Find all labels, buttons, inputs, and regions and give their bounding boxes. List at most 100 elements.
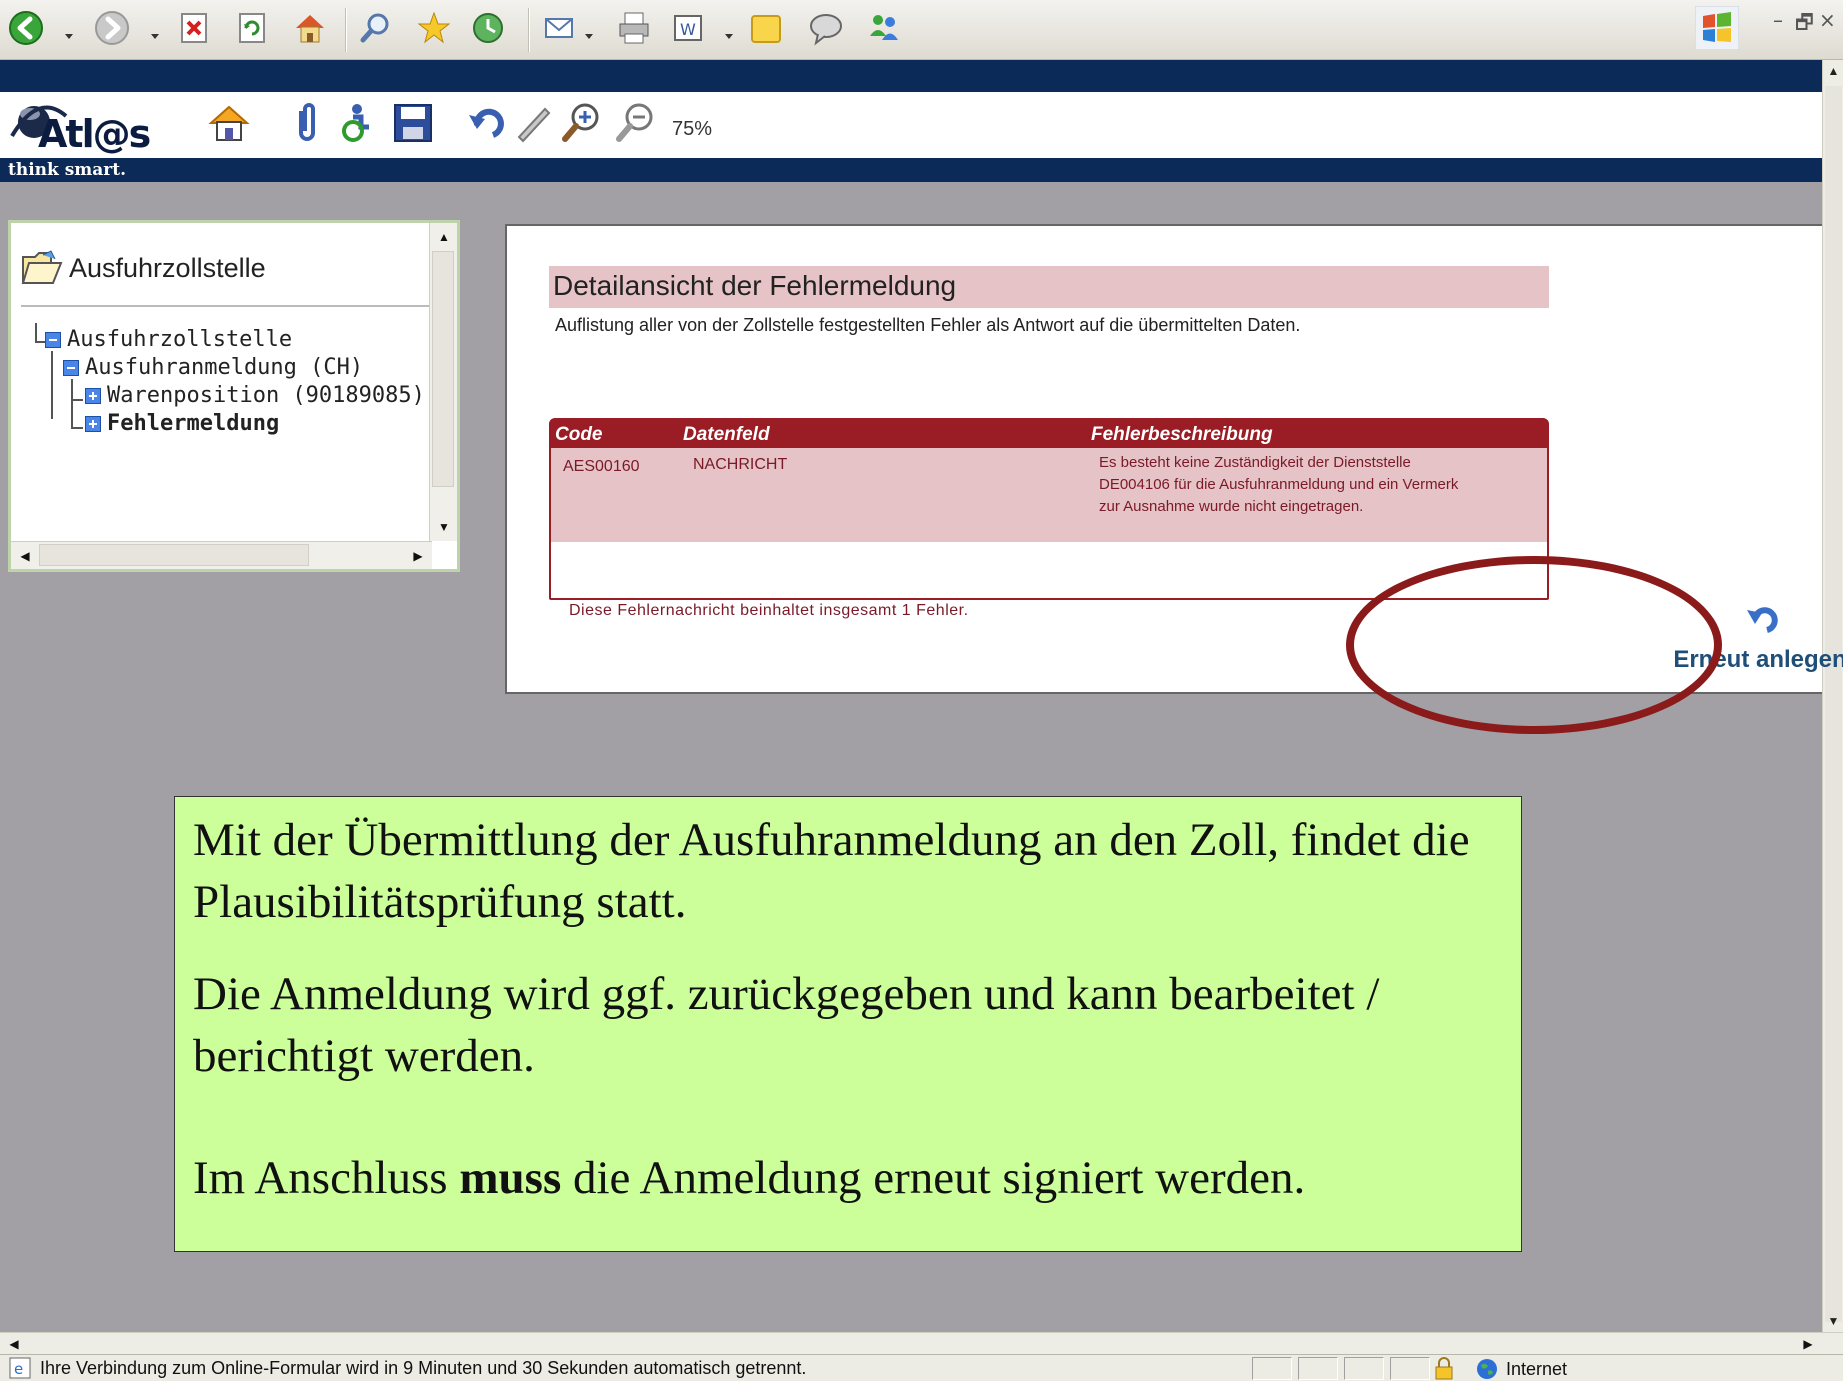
tree-node-warenposition[interactable]: Warenposition (90189085) <box>85 383 425 408</box>
tree-node-label: Warenposition (90189085) <box>107 383 425 408</box>
toolbar-separator <box>528 8 530 52</box>
tree-node-label: Ausfuhrzollstelle <box>67 327 293 352</box>
scroll-thumb[interactable] <box>1825 86 1842 1322</box>
error-table: Code Datenfeld Fehlerbeschreibung AES001… <box>549 418 1549 600</box>
svg-text:e: e <box>14 1360 23 1378</box>
error-code: AES00160 <box>563 458 640 475</box>
scroll-right-icon[interactable]: ▶ <box>1796 1332 1820 1356</box>
attachment-icon[interactable] <box>284 100 330 146</box>
windows-logo-icon <box>1695 6 1739 50</box>
error-description-line: Es besteht keine Zuständigkeit der Diens… <box>1099 454 1411 471</box>
home-icon[interactable] <box>290 8 330 48</box>
forward-icon[interactable] <box>92 8 132 48</box>
expand-icon[interactable] <box>85 388 101 404</box>
undo-icon[interactable] <box>1743 600 1783 640</box>
edit-icon[interactable]: W <box>668 8 708 48</box>
tree-node-label: Fehlermeldung <box>107 411 280 436</box>
tree-title: Ausfuhrzollstelle <box>21 249 266 287</box>
atlas-logo: Atl@s <box>8 96 168 158</box>
zoom-level[interactable]: 75% <box>672 118 712 141</box>
folder-icon[interactable] <box>746 8 786 48</box>
status-cell <box>1344 1357 1384 1380</box>
atlas-logo-text: Atl@s <box>38 112 151 156</box>
zoom-out-icon[interactable] <box>612 100 658 146</box>
error-table-header: Code Datenfeld Fehlerbeschreibung <box>551 420 1547 448</box>
error-count-text: Diese Fehlernachricht beinhaltet insgesa… <box>569 602 969 619</box>
back-icon[interactable] <box>6 8 46 48</box>
scroll-thumb[interactable] <box>39 544 309 566</box>
favorites-icon[interactable] <box>414 8 454 48</box>
navigation-tree: Ausfuhrzollstelle Ausfuhrzollstelle Ausf… <box>8 220 460 572</box>
scroll-right-icon[interactable]: ▶ <box>406 544 430 568</box>
page-icon: e <box>9 1357 31 1379</box>
error-description-line: zur Ausnahme wurde nicht eingetragen. <box>1099 498 1364 515</box>
tree-connector <box>71 379 73 429</box>
edit-dropdown-icon[interactable] <box>724 28 734 39</box>
accessibility-icon[interactable] <box>334 100 380 146</box>
discuss-icon[interactable] <box>806 8 846 48</box>
tree-node-fehlermeldung[interactable]: Fehlermeldung <box>85 411 279 436</box>
page-title: Detailansicht der Fehlermeldung <box>549 266 1549 308</box>
edit-pen-icon[interactable] <box>510 100 556 146</box>
search-icon[interactable] <box>356 8 396 48</box>
messenger-icon[interactable] <box>864 8 904 48</box>
refresh-icon[interactable] <box>232 8 272 48</box>
scroll-down-icon[interactable]: ▼ <box>1823 1310 1843 1332</box>
mail-icon[interactable] <box>540 8 580 48</box>
collapse-icon[interactable] <box>45 332 61 348</box>
save-icon[interactable] <box>390 100 436 146</box>
window-controls: – 🗗 × <box>1683 0 1843 60</box>
status-text: Ihre Verbindung zum Online-Formular wird… <box>40 1358 807 1378</box>
close-button[interactable]: × <box>1819 8 1836 32</box>
tree-title-text: Ausfuhrzollstelle <box>69 252 266 283</box>
error-description-line: DE004106 für die Ausfuhranmeldung und ei… <box>1099 476 1459 493</box>
collapse-icon[interactable] <box>63 360 79 376</box>
info-emphasis: muss <box>459 1152 562 1204</box>
toolbar-separator <box>345 8 347 52</box>
info-paragraph: Im Anschluss muss die Anmeldung erneut s… <box>193 1147 1503 1209</box>
status-cell <box>1298 1357 1338 1380</box>
expand-icon[interactable] <box>85 416 101 432</box>
scroll-up-icon[interactable]: ▲ <box>432 225 456 249</box>
tree-node-ausfuhranmeldung[interactable]: Ausfuhranmeldung (CH) <box>63 355 363 380</box>
scroll-left-icon[interactable]: ◀ <box>2 1332 26 1356</box>
stop-icon[interactable] <box>174 8 214 48</box>
scroll-up-icon[interactable]: ▲ <box>1823 60 1843 82</box>
table-row: AES00160 NACHRICHT Es besteht keine Zust… <box>551 448 1547 542</box>
page-horizontal-scrollbar[interactable]: ◀ ▶ <box>0 1332 1843 1354</box>
print-icon[interactable] <box>614 8 654 48</box>
tree-connector <box>51 351 53 419</box>
error-field: NACHRICHT <box>693 456 788 473</box>
highlight-ellipse <box>1346 556 1722 734</box>
home-icon[interactable] <box>206 100 252 146</box>
tree-vertical-scrollbar[interactable]: ▲ ▼ <box>429 223 457 541</box>
minimize-button[interactable]: – <box>1773 8 1783 32</box>
status-cell <box>1252 1357 1292 1380</box>
scroll-left-icon[interactable]: ◀ <box>13 544 37 568</box>
column-header-code: Code <box>555 424 603 445</box>
lock-icon <box>1435 1357 1453 1380</box>
history-icon[interactable] <box>468 8 508 48</box>
back-dropdown-icon[interactable] <box>64 28 74 39</box>
tree-horizontal-scrollbar[interactable]: ◀ ▶ <box>11 541 432 569</box>
info-text: Im Anschluss <box>193 1152 460 1204</box>
mail-dropdown-icon[interactable] <box>584 28 594 39</box>
tree-node-ausfuhrzollstelle[interactable]: Ausfuhrzollstelle <box>45 327 292 352</box>
restore-button[interactable]: 🗗 <box>1795 8 1814 42</box>
info-paragraph: Mit der Übermittlung der Ausfuhranmeldun… <box>193 814 1470 928</box>
security-zone: Internet <box>1476 1358 1567 1380</box>
folder-open-icon <box>21 250 63 284</box>
zoom-in-icon[interactable] <box>558 100 604 146</box>
tree-divider <box>21 305 437 307</box>
atlas-top-bar <box>0 60 1822 92</box>
atlas-header: Atl@s 75% <box>0 92 1822 158</box>
browser-toolbar: W – 🗗 × <box>0 0 1843 60</box>
column-header-datenfeld: Datenfeld <box>683 424 770 445</box>
atlas-tagline-bar: think smart. <box>0 158 1822 182</box>
column-header-fehlerbeschreibung: Fehlerbeschreibung <box>1091 424 1273 445</box>
scroll-thumb[interactable] <box>432 251 454 487</box>
forward-dropdown-icon[interactable] <box>150 28 160 39</box>
scroll-down-icon[interactable]: ▼ <box>432 515 456 539</box>
undo-icon[interactable] <box>462 100 508 146</box>
page-scrollbar[interactable]: ▲ ▼ <box>1822 60 1843 1332</box>
